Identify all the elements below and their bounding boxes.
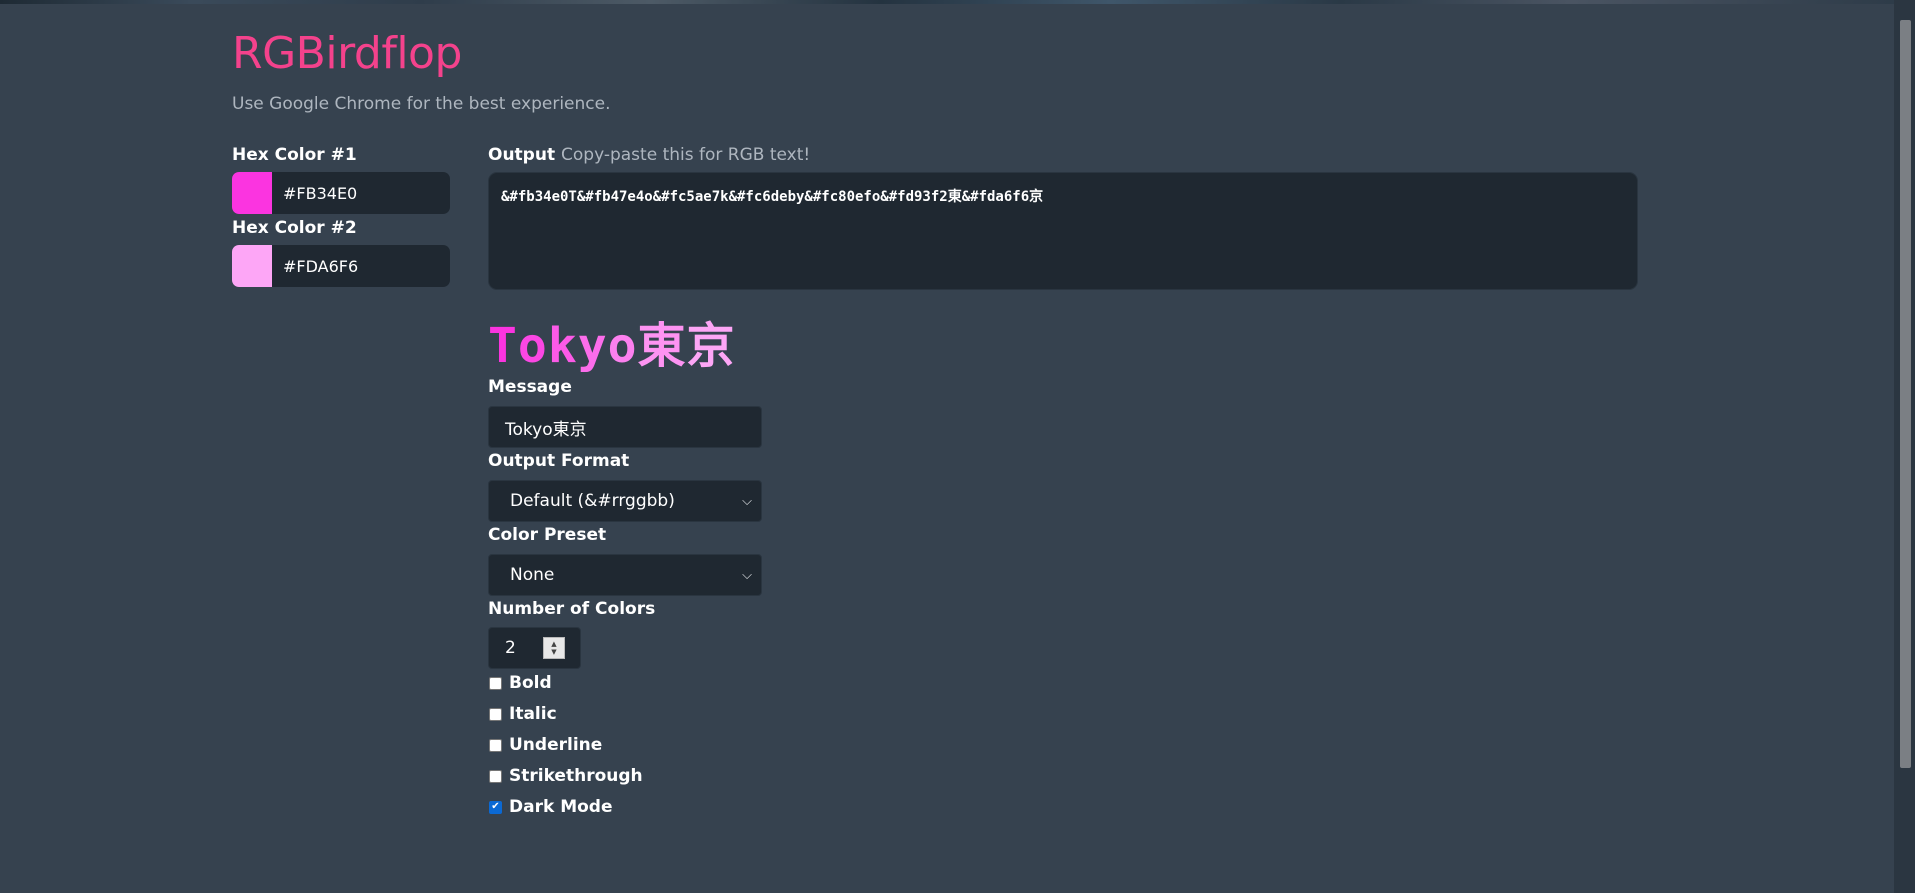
hex-color-2-label: Hex Color #2	[232, 218, 357, 238]
hex-color-2-input[interactable]: #FDA6F6	[272, 257, 358, 276]
color-preset-label: Color Preset	[488, 525, 607, 545]
dark-mode-checkbox[interactable]: ✔	[489, 800, 502, 814]
preview-char: T	[488, 318, 518, 374]
preview-char: o	[517, 318, 548, 374]
bold-label: Bold	[509, 673, 552, 693]
preview-char: o	[607, 318, 638, 374]
scrollbar-thumb[interactable]	[1900, 20, 1911, 768]
output-format-label: Output Format	[488, 451, 630, 471]
chevron-down-icon: ⌵	[742, 493, 752, 509]
message-label: Message	[488, 377, 572, 397]
preview-char: y	[577, 318, 608, 374]
italic-option[interactable]: Italic	[488, 704, 557, 724]
hex-color-1-input[interactable]: #FB34E0	[272, 184, 357, 203]
strikethrough-checkbox[interactable]	[489, 769, 502, 783]
color-preset-select[interactable]: None ⌵	[488, 554, 762, 596]
bold-option[interactable]: Bold	[488, 673, 552, 693]
strikethrough-option[interactable]: Strikethrough	[488, 766, 643, 786]
bold-checkbox[interactable]	[489, 676, 502, 690]
spinner-arrows-icon[interactable]: ▲ ▼	[543, 637, 565, 659]
dark-mode-label: Dark Mode	[509, 797, 613, 817]
hex-color-2-group[interactable]: #FDA6F6	[232, 245, 450, 287]
italic-label: Italic	[509, 704, 557, 724]
preview-char: k	[547, 318, 578, 374]
output-hint: Copy-paste this for RGB text!	[561, 145, 811, 165]
top-banner-strip	[0, 0, 1915, 4]
page-subtitle: Use Google Chrome for the best experienc…	[232, 94, 611, 114]
underline-label: Underline	[509, 735, 603, 755]
underline-option[interactable]: Underline	[488, 735, 602, 755]
hex-color-1-group[interactable]: #FB34E0	[232, 172, 450, 214]
page-scrollbar[interactable]	[1894, 0, 1915, 893]
page-title: RGBirdflop	[232, 28, 462, 79]
preview-char: 東	[637, 318, 687, 374]
hex-color-1-swatch[interactable]	[232, 172, 272, 214]
num-colors-label: Number of Colors	[488, 599, 656, 619]
hex-color-1-label: Hex Color #1	[232, 145, 357, 165]
checkmark-icon: ✔	[491, 801, 500, 812]
chevron-down-icon: ⌵	[742, 567, 752, 583]
num-colors-input[interactable]: 2 ▲ ▼	[488, 627, 581, 669]
message-input[interactable]: Tokyo東京	[488, 406, 762, 448]
output-textarea[interactable]: &#fb34e0T&#fb47e4o&#fc5ae7k&#fc6deby&#fc…	[488, 172, 1638, 290]
dark-mode-option[interactable]: ✔ Dark Mode	[488, 797, 613, 817]
output-format-selected: Default (&#rrggbb)	[510, 491, 675, 511]
italic-checkbox[interactable]	[489, 707, 502, 721]
preview-char: 京	[686, 318, 736, 374]
output-label: Output Copy-paste this for RGB text!	[488, 145, 810, 165]
num-colors-value: 2	[505, 638, 516, 658]
gradient-preview: Tokyo東京	[488, 306, 736, 376]
output-label-text: Output	[488, 145, 556, 165]
message-input-value: Tokyo東京	[505, 419, 587, 440]
color-preset-selected: None	[510, 565, 555, 585]
underline-checkbox[interactable]	[489, 738, 502, 752]
strikethrough-label: Strikethrough	[509, 766, 643, 786]
hex-color-2-swatch[interactable]	[232, 245, 272, 287]
output-format-select[interactable]: Default (&#rrggbb) ⌵	[488, 480, 762, 522]
